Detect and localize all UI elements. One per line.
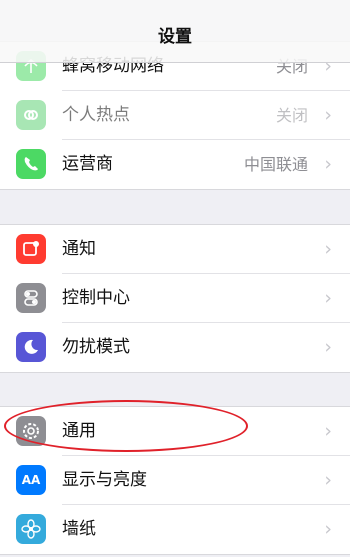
flower-icon (16, 514, 46, 544)
moon-icon (16, 332, 46, 362)
text-size-icon: AA (16, 465, 46, 495)
chevron-right-icon: › (324, 336, 332, 358)
chevron-right-icon: › (324, 104, 332, 126)
hotspot-icon (16, 100, 46, 130)
text-size-glyph: AA (21, 473, 41, 487)
hotspot-value: 关闭 (275, 106, 308, 125)
chevron-right-icon: › (324, 518, 332, 540)
settings-row-carrier[interactable]: 运营商 中国联通 › (0, 140, 350, 189)
carrier-value: 中国联通 (243, 155, 308, 174)
notifications-label: 通知 (62, 239, 96, 259)
toggle-icon (16, 283, 46, 313)
chevron-right-icon: › (324, 153, 332, 175)
chevron-right-icon: › (324, 238, 332, 260)
settings-row-do-not-disturb[interactable]: 勿扰模式 › (0, 323, 350, 372)
wallpaper-label: 墙纸 (62, 519, 96, 539)
settings-row-hotspot[interactable]: 个人热点 关闭 › (0, 91, 350, 140)
page-title: 设置 (158, 26, 192, 47)
chevron-right-icon: › (324, 469, 332, 491)
settings-group-connectivity: 蜂窝移动网络 关闭 › 个人热点 关闭 › 运营商 中国联通 › (0, 41, 350, 190)
settings-row-notifications[interactable]: 通知 › (0, 225, 350, 274)
settings-row-display-brightness[interactable]: AA 显示与亮度 › (0, 456, 350, 505)
highlight-ellipse (4, 400, 248, 452)
hotspot-label: 个人热点 (62, 105, 130, 125)
notification-icon (16, 234, 46, 264)
carrier-label: 运营商 (62, 154, 113, 174)
do-not-disturb-label: 勿扰模式 (62, 337, 130, 357)
display-brightness-label: 显示与亮度 (62, 470, 147, 490)
navigation-bar: 设置 (0, 0, 350, 63)
settings-group-notifications: 通知 › 控制中心 › 勿扰模式 › (0, 224, 350, 373)
control-center-label: 控制中心 (62, 288, 130, 308)
chevron-right-icon: › (324, 287, 332, 309)
settings-row-wallpaper[interactable]: 墙纸 › (0, 505, 350, 554)
phone-icon (16, 149, 46, 179)
settings-row-control-center[interactable]: 控制中心 › (0, 274, 350, 323)
chevron-right-icon: › (324, 420, 332, 442)
